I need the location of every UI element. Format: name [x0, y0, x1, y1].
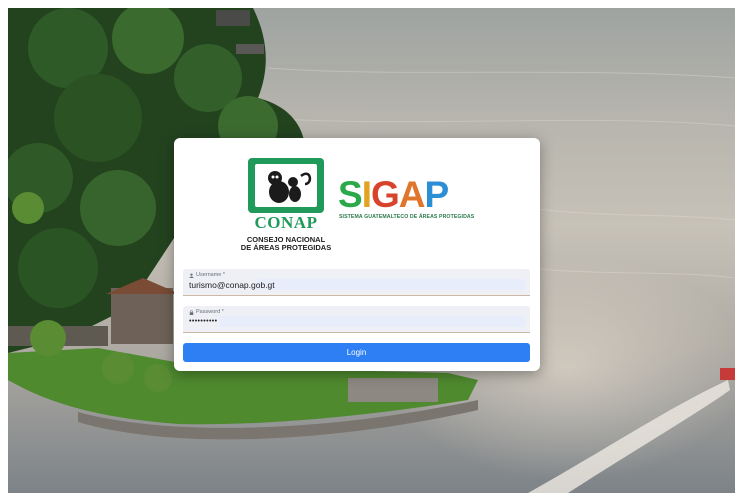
monkey-icon — [268, 171, 312, 203]
username-label-row: Username * — [189, 272, 225, 278]
login-card: CONAP CONSEJO NACIONAL DE ÁREAS PROTEGID… — [174, 138, 540, 371]
password-field[interactable]: Password * •••••••••• — [183, 306, 530, 333]
username-input[interactable]: turismo@conap.gob.gt — [189, 280, 275, 290]
conap-badge — [248, 158, 324, 213]
username-field[interactable]: Username * turismo@conap.gob.gt — [183, 269, 530, 296]
username-label: Username * — [196, 272, 226, 278]
conap-subtitle-line2: DE ÁREAS PROTEGIDAS — [240, 243, 332, 252]
boat — [720, 368, 735, 380]
sigap-logo: SIGAP SISTEMA GUATEMALTECO DE ÁREAS PROT… — [338, 174, 474, 220]
login-button[interactable]: Login — [183, 343, 530, 362]
boat-wake — [528, 380, 730, 493]
pier — [216, 10, 250, 26]
sigap-letter: A — [398, 174, 426, 215]
sigap-letter: I — [361, 174, 372, 215]
sigap-tagline: SISTEMA GUATEMALTECO DE ÁREAS PROTEGIDAS — [339, 214, 475, 220]
sigap-letter: P — [424, 174, 449, 215]
conap-wordmark: CONAP — [254, 213, 318, 232]
sigap-wordmark: SIGAP — [338, 174, 468, 215]
user-icon — [189, 273, 194, 278]
password-label-row: Password * — [189, 309, 224, 315]
fort-tower — [111, 288, 173, 344]
password-input[interactable]: •••••••••• — [189, 318, 218, 325]
sigap-letter: G — [370, 174, 400, 215]
lock-icon — [189, 309, 194, 315]
sigap-letter: S — [338, 174, 363, 215]
password-label: Password * — [196, 309, 224, 315]
